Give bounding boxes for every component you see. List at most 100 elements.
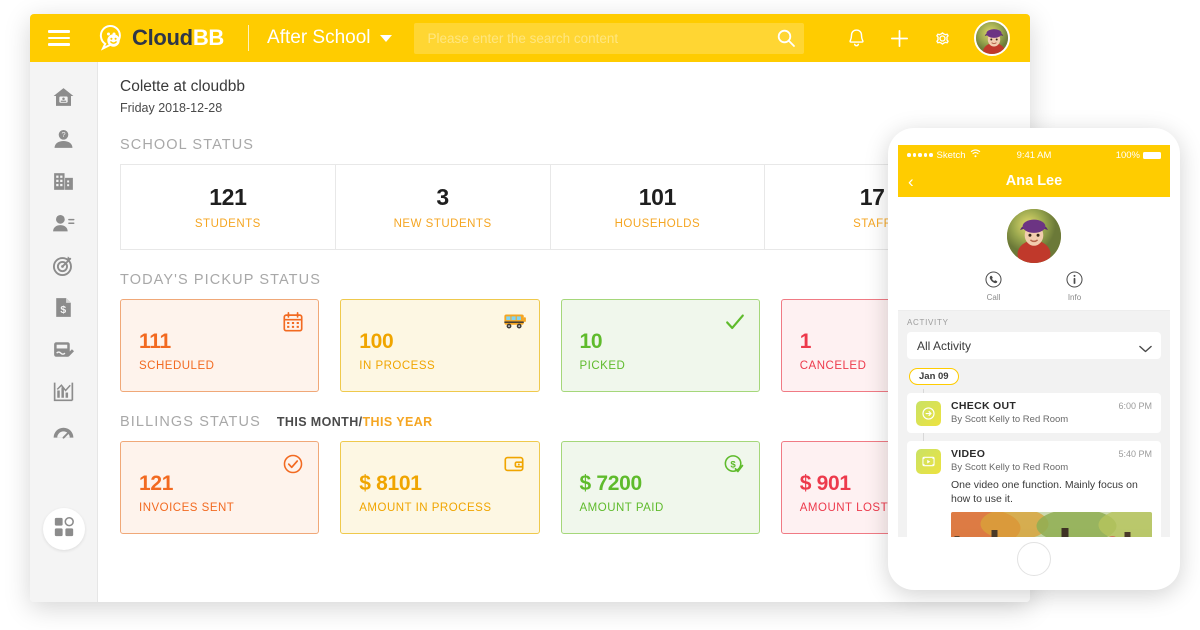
stat-caption: STUDENTS <box>194 218 261 230</box>
school-status-strip: 121 STUDENTS 3 NEW STUDENTS 101 HOUSEHOL… <box>120 164 980 250</box>
billing-card-value: $ 8101 <box>359 472 422 495</box>
sidebar-item-staff[interactable] <box>30 202 98 244</box>
video-icon <box>916 449 941 474</box>
sidebar-item-forms[interactable] <box>30 328 98 370</box>
billing-card-caption: INVOICES SENT <box>139 502 235 514</box>
billing-card-caption: AMOUNT IN PROCESS <box>359 502 492 514</box>
building-icon <box>51 169 76 194</box>
activity-item-subtitle: By Scott Kelly to Red Room <box>951 462 1069 473</box>
phone-activity-feed: ACTIVITY All Activity Jan 09 CHECK OUT 6… <box>898 311 1170 537</box>
school-bus-icon <box>503 311 526 333</box>
sidebar-item-school[interactable] <box>30 160 98 202</box>
toggle-this-month[interactable]: THIS MONTH <box>277 415 359 429</box>
invoice-dollar-icon: $ <box>51 295 76 320</box>
billing-card-amount-in-process[interactable]: $ 8101 AMOUNT IN PROCESS <box>340 441 540 534</box>
sidebar-item-reports[interactable] <box>30 370 98 412</box>
activity-item-header: CHECK OUT 6:00 PM <box>951 400 1152 412</box>
pickup-card-caption: IN PROCESS <box>359 360 436 372</box>
brand-secondary-text: BB <box>192 25 225 50</box>
phone-nav-title: Ana Lee <box>1005 173 1063 189</box>
billing-card-invoices-sent[interactable]: 121 INVOICES SENT <box>120 441 320 534</box>
phone-action-buttons: Call Info <box>898 270 1170 311</box>
billings-period-toggle[interactable]: THIS MONTH/THIS YEAR <box>277 415 433 429</box>
brand-logo[interactable]: CloudBB <box>98 24 225 52</box>
stat-caption: STAFF <box>853 218 892 230</box>
gear-icon[interactable] <box>931 27 954 50</box>
search-input[interactable] <box>427 30 776 46</box>
activity-item-subtitle: By Scott Kelly to Red Room <box>951 414 1069 425</box>
activity-item-time: 6:00 PM <box>1118 401 1152 411</box>
brand-primary-text: Cloud <box>132 25 193 50</box>
hamburger-icon[interactable] <box>30 30 88 46</box>
signature-icon <box>51 337 76 362</box>
sidebar-item-home[interactable] <box>30 76 98 118</box>
stat-value: 3 <box>436 184 449 210</box>
sidebar-item-goals[interactable] <box>30 244 98 286</box>
pickup-card-scheduled[interactable]: 111 SCHEDULED <box>120 299 320 392</box>
check-out-arrow-icon <box>916 401 941 426</box>
activity-date-pill: Jan 09 <box>909 368 959 385</box>
home-button[interactable] <box>1017 542 1051 576</box>
activity-item-video[interactable]: VIDEO 5:40 PM By Scott Kelly to Red Room… <box>907 441 1161 537</box>
pickup-card-picked[interactable]: 10 PICKED <box>560 299 760 392</box>
call-button-label: Call <box>986 293 1001 302</box>
activity-item-check-out[interactable]: CHECK OUT 6:00 PM By Scott Kelly to Red … <box>907 393 1161 433</box>
phone-circle-icon <box>984 270 1003 291</box>
contact-icon <box>51 211 76 236</box>
activity-filter-dropdown[interactable]: All Activity <box>907 332 1161 359</box>
sidebar-item-dashboard[interactable] <box>30 412 98 454</box>
pickup-card-in-process[interactable]: 100 IN PROCESS <box>340 299 540 392</box>
chevron-down-icon <box>379 34 392 42</box>
school-selector[interactable]: After School <box>267 27 392 49</box>
apps-grid-icon <box>53 516 75 543</box>
search-icon[interactable] <box>776 28 796 48</box>
stat-value: 101 <box>638 184 677 210</box>
activity-item-header: VIDEO 5:40 PM <box>951 448 1152 460</box>
student-avatar <box>1007 209 1061 263</box>
pickup-card-value: 10 <box>579 330 603 353</box>
top-navigation-bar: CloudBB After School <box>30 14 1030 62</box>
info-button[interactable]: Info <box>1065 270 1084 302</box>
app-body: ? $ Colette at cloudbb Friday 2018-12-28… <box>30 62 1030 602</box>
activity-item-body: One video one function. Mainly focus on … <box>951 479 1138 506</box>
bar-chart-icon <box>51 379 76 404</box>
search-bar[interactable] <box>413 22 804 54</box>
chevron-down-icon <box>1139 342 1152 353</box>
calendar-icon <box>282 311 304 333</box>
activity-filter-value: All Activity <box>917 338 972 353</box>
stat-value: 17 <box>859 184 885 210</box>
pickup-card-caption: SCHEDULED <box>139 360 215 372</box>
billings-status-label: BILLINGS STATUS <box>120 414 261 430</box>
avatar[interactable] <box>974 20 1010 56</box>
desktop-app-window: CloudBB After School Please enter the se… <box>30 14 1030 602</box>
activity-item-title: CHECK OUT <box>951 400 1017 412</box>
stat-households: 101 HOUSEHOLDS <box>551 165 766 249</box>
check-circle-icon <box>282 453 304 475</box>
battery-icon <box>1143 151 1161 159</box>
sidebar-item-students[interactable]: ? <box>30 118 98 160</box>
gauge-icon <box>51 421 76 446</box>
screenshot-stage: CloudBB After School Please enter the se… <box>0 0 1200 630</box>
apps-grid-button[interactable] <box>42 508 85 550</box>
battery-percent: 100% <box>1115 149 1140 161</box>
wallet-icon <box>503 453 525 475</box>
plus-icon[interactable] <box>888 27 911 50</box>
info-circle-icon <box>1065 270 1084 291</box>
check-icon <box>723 311 745 333</box>
bell-icon[interactable] <box>845 27 868 50</box>
call-button[interactable]: Call <box>984 270 1003 302</box>
billing-card-amount-paid[interactable]: $ $ 7200 AMOUNT PAID <box>560 441 760 534</box>
activity-section-label: ACTIVITY <box>907 318 949 327</box>
student-icon: ? <box>51 127 76 152</box>
sidebar-item-billing[interactable]: $ <box>30 286 98 328</box>
pickup-card-value: 111 <box>139 330 171 353</box>
phone-nav-bar: ‹ Ana Lee <box>898 165 1170 197</box>
stat-value: 121 <box>209 184 247 210</box>
video-thumbnail[interactable] <box>951 512 1152 537</box>
stat-caption: HOUSEHOLDS <box>614 218 701 230</box>
svg-text:?: ? <box>61 130 65 139</box>
toggle-this-year[interactable]: THIS YEAR <box>363 415 433 429</box>
billings-status-cards: 121 INVOICES SENT $ 8101 AMOUNT IN PROCE… <box>120 441 980 534</box>
target-icon <box>51 253 76 278</box>
pickup-card-caption: PICKED <box>579 360 626 372</box>
